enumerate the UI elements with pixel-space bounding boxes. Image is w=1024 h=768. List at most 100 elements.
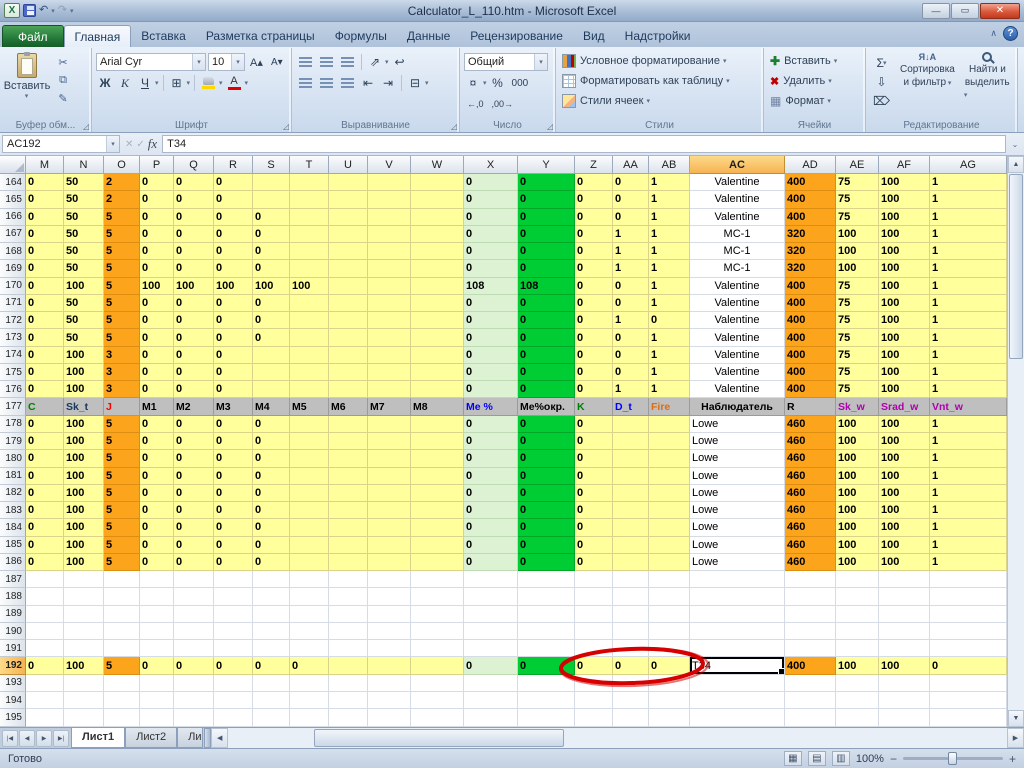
align-left-icon[interactable] [296,74,315,92]
cell-V173[interactable] [368,329,411,347]
cell-AA165[interactable]: 0 [613,191,649,209]
cell-O189[interactable] [104,605,140,623]
cell-Y183[interactable]: 0 [518,502,575,520]
cell-AC189[interactable] [690,605,785,623]
cell-X178[interactable]: 0 [464,415,518,433]
cell-AF179[interactable]: 100 [879,432,930,451]
column-header-W[interactable]: W [411,156,464,174]
cell-P186[interactable]: 0 [140,553,174,572]
row-header-175[interactable]: 175 [0,363,26,382]
cut-icon[interactable]: ✂ [53,54,73,71]
cell-U170[interactable] [329,277,368,295]
cell-S187[interactable] [253,571,290,589]
cell-S190[interactable] [253,622,290,641]
cell-V176[interactable] [368,381,411,399]
cell-X173[interactable]: 0 [464,329,518,347]
clipboard-dialog-launcher[interactable]: ◿ [83,123,89,131]
cell-Y195[interactable] [518,709,575,727]
cell-O173[interactable]: 5 [104,329,140,347]
cell-R173[interactable]: 0 [214,329,253,347]
zoom-slider[interactable] [902,752,1003,765]
column-header-Y[interactable]: Y [518,156,575,174]
cell-T181[interactable] [290,467,329,485]
cell-AD179[interactable]: 460 [785,432,836,451]
cell-Z164[interactable]: 0 [575,174,613,192]
number-format-select[interactable]: Общий ▾ [464,53,548,71]
cell-Z168[interactable]: 0 [575,243,613,261]
zoom-out-icon[interactable]: − [890,752,897,766]
cell-AG182[interactable]: 1 [930,484,1007,503]
fill-icon[interactable]: ⇩ [870,73,893,91]
cell-Q179[interactable]: 0 [174,432,214,451]
row-header-170[interactable]: 170 [0,277,26,295]
cell-P182[interactable]: 0 [140,484,174,503]
orientation-icon[interactable]: ⇗ [366,53,384,71]
page-layout-view-icon[interactable]: ▤ [807,751,826,766]
row-header-171[interactable]: 171 [0,294,26,313]
cancel-entry-icon[interactable]: ✕ [125,139,133,150]
cell-AB194[interactable] [649,691,690,710]
cell-M174[interactable]: 0 [26,346,64,364]
cell-P184[interactable]: 0 [140,519,174,537]
cell-AG185[interactable]: 1 [930,536,1007,554]
row-header-168[interactable]: 168 [0,243,26,261]
scroll-right-icon[interactable]: ▶ [1007,728,1024,748]
align-bottom-icon[interactable] [338,53,357,71]
number-format-dropdown-icon[interactable]: ▾ [534,54,547,70]
cell-Z192[interactable]: 0 [575,657,613,675]
cell-Z171[interactable]: 0 [575,294,613,313]
cell-AF165[interactable]: 100 [879,191,930,209]
cell-P164[interactable]: 0 [140,174,174,192]
cell-O174[interactable]: 3 [104,346,140,364]
cell-AG168[interactable]: 1 [930,243,1007,261]
scroll-down-icon[interactable]: ▼ [1008,710,1024,727]
cell-AB176[interactable]: 1 [649,381,690,399]
cell-T184[interactable] [290,519,329,537]
zoom-slider-thumb[interactable] [947,752,957,765]
cell-W170[interactable] [411,277,464,295]
italic-button[interactable]: К [116,74,134,92]
row-header-193[interactable]: 193 [0,674,26,692]
cell-P183[interactable]: 0 [140,502,174,520]
cell-AC171[interactable]: Valentine [690,294,785,313]
cell-AC182[interactable]: Lowe [690,484,785,503]
cell-AE185[interactable]: 100 [836,536,879,554]
cell-T177[interactable]: M5 [290,398,329,416]
cell-W183[interactable] [411,502,464,520]
cell-W182[interactable] [411,484,464,503]
cell-AG174[interactable]: 1 [930,346,1007,364]
help-icon[interactable]: ? [1003,26,1018,41]
cell-N188[interactable] [64,588,104,606]
tab-formulas[interactable]: Формулы [325,25,397,47]
cell-AC176[interactable]: Valentine [690,381,785,399]
cell-AF182[interactable]: 100 [879,484,930,503]
cell-X166[interactable]: 0 [464,208,518,226]
cell-AC185[interactable]: Lowe [690,536,785,554]
cell-Q187[interactable] [174,571,214,589]
sheet-tab-list3[interactable]: Ли [177,728,204,748]
cell-AB182[interactable] [649,484,690,503]
cell-T187[interactable] [290,571,329,589]
cell-N167[interactable]: 50 [64,225,104,244]
font-name-select[interactable]: Arial Cyr ▾ [96,53,206,71]
cell-R169[interactable]: 0 [214,260,253,278]
tab-insert[interactable]: Вставка [131,25,196,47]
row-header-194[interactable]: 194 [0,691,26,710]
cell-U175[interactable] [329,363,368,382]
close-window-button[interactable]: ✕ [980,2,1020,19]
cell-W176[interactable] [411,381,464,399]
cell-AF187[interactable] [879,571,930,589]
cell-T190[interactable] [290,622,329,641]
cell-AC181[interactable]: Lowe [690,467,785,485]
cell-AA195[interactable] [613,709,649,727]
cell-AD183[interactable]: 460 [785,502,836,520]
cell-O188[interactable] [104,588,140,606]
cell-AD192[interactable]: 400 [785,657,836,675]
column-header-AE[interactable]: AE [836,156,879,174]
horizontal-scrollbar[interactable]: ◀ ▶ [211,728,1024,748]
cell-Y191[interactable] [518,640,575,658]
cell-AB191[interactable] [649,640,690,658]
cell-W169[interactable] [411,260,464,278]
cell-N179[interactable]: 100 [64,432,104,451]
cell-AF173[interactable]: 100 [879,329,930,347]
